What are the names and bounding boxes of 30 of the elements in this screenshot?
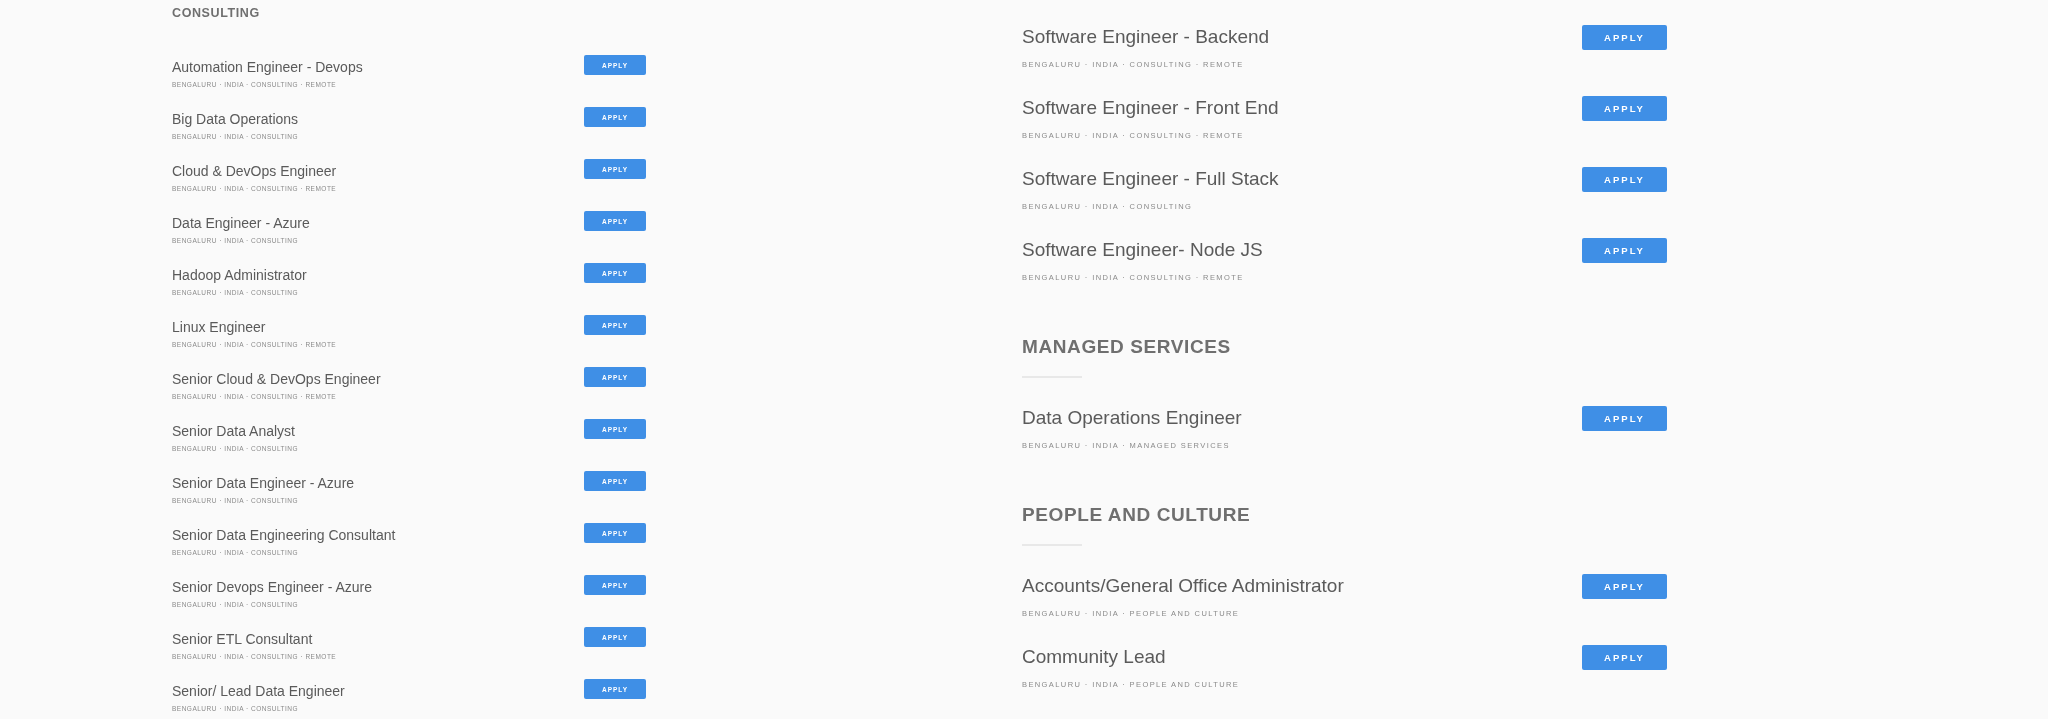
section-heading: CONSULTING xyxy=(172,5,260,21)
job-title: Senior Devops Engineer - Azure xyxy=(172,579,372,595)
apply-button[interactable]: APPLY xyxy=(1582,574,1667,599)
job-title: Accounts/General Office Administrator xyxy=(1022,574,1344,598)
apply-button[interactable]: APPLY xyxy=(1582,238,1667,263)
job-title: Senior/ Lead Data Engineer xyxy=(172,683,345,699)
job-title: Senior Data Analyst xyxy=(172,423,295,439)
job-title: Senior Cloud & DevOps Engineer xyxy=(172,371,381,387)
apply-button[interactable]: APPLY xyxy=(1582,406,1667,431)
job-title: Software Engineer - Front End xyxy=(1022,96,1279,120)
job-title: Community Lead xyxy=(1022,645,1166,669)
job-title: Software Engineer - Backend xyxy=(1022,25,1270,49)
job-title: Software Engineer - Full Stack xyxy=(1022,167,1279,191)
job-title: Senior Data Engineering Consultant xyxy=(172,527,396,543)
job-title: Data Engineer - Azure xyxy=(172,215,310,231)
apply-button[interactable]: APPLY xyxy=(1582,167,1667,192)
job-title: Senior Data Engineer - Azure xyxy=(172,475,355,491)
job-title: Big Data Operations xyxy=(172,111,299,127)
job-title: Software Engineer- Node JS xyxy=(1022,238,1263,262)
apply-button[interactable]: APPLY xyxy=(1582,96,1667,121)
job-title: Cloud & DevOps Engineer xyxy=(172,163,337,179)
job-title: Data Operations Engineer xyxy=(1022,406,1242,430)
job-title: Senior ETL Consultant xyxy=(172,631,313,647)
job-title: Automation Engineer - Devops xyxy=(172,59,363,75)
job-title: Hadoop Administrator xyxy=(172,267,307,283)
section-heading: PEOPLE AND CULTURE xyxy=(1022,503,1251,527)
job-title: Linux Engineer xyxy=(172,319,266,335)
apply-button[interactable]: APPLY xyxy=(1582,645,1667,670)
section-heading: MANAGED SERVICES xyxy=(1022,335,1231,359)
apply-button[interactable]: APPLY xyxy=(1582,25,1667,50)
